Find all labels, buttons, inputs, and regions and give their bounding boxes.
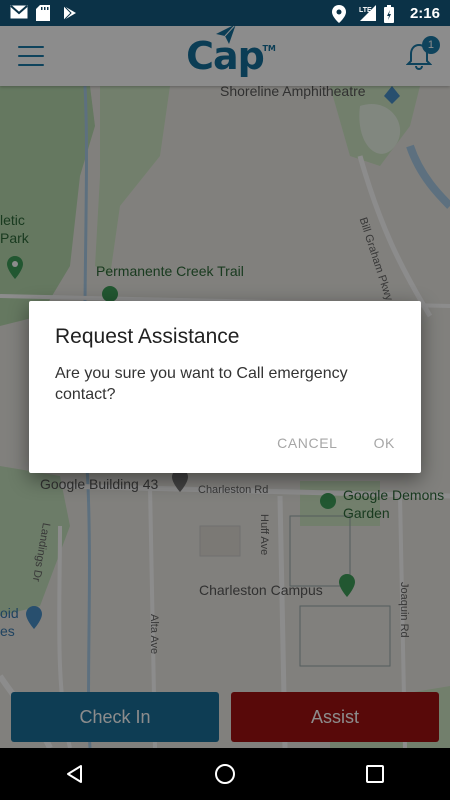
request-assistance-dialog: Request Assistance Are you sure you want… [29,301,421,473]
back-triangle-icon [67,765,82,783]
dialog-title: Request Assistance [55,325,240,348]
recents-button[interactable] [355,754,395,794]
system-nav-bar [0,748,450,800]
clock: 2:16 [409,4,440,22]
home-circle-icon [215,764,235,784]
back-button[interactable] [55,754,95,794]
status-bar: LTE 2:16 [0,0,450,26]
recents-square-icon [366,765,384,783]
location-icon [331,5,350,23]
sd-card-icon [36,5,54,21]
svg-text:LTE: LTE [359,7,372,14]
ok-button[interactable]: OK [374,435,395,451]
cancel-button[interactable]: CANCEL [277,435,337,451]
signal-icon: LTE [358,5,376,21]
play-store-icon [62,5,80,21]
battery-icon [383,5,402,23]
dialog-actions: CANCEL OK [277,435,395,451]
gmail-icon [10,5,28,21]
home-button[interactable] [205,754,245,794]
dialog-message: Are you sure you want to Call emergency … [55,365,348,403]
